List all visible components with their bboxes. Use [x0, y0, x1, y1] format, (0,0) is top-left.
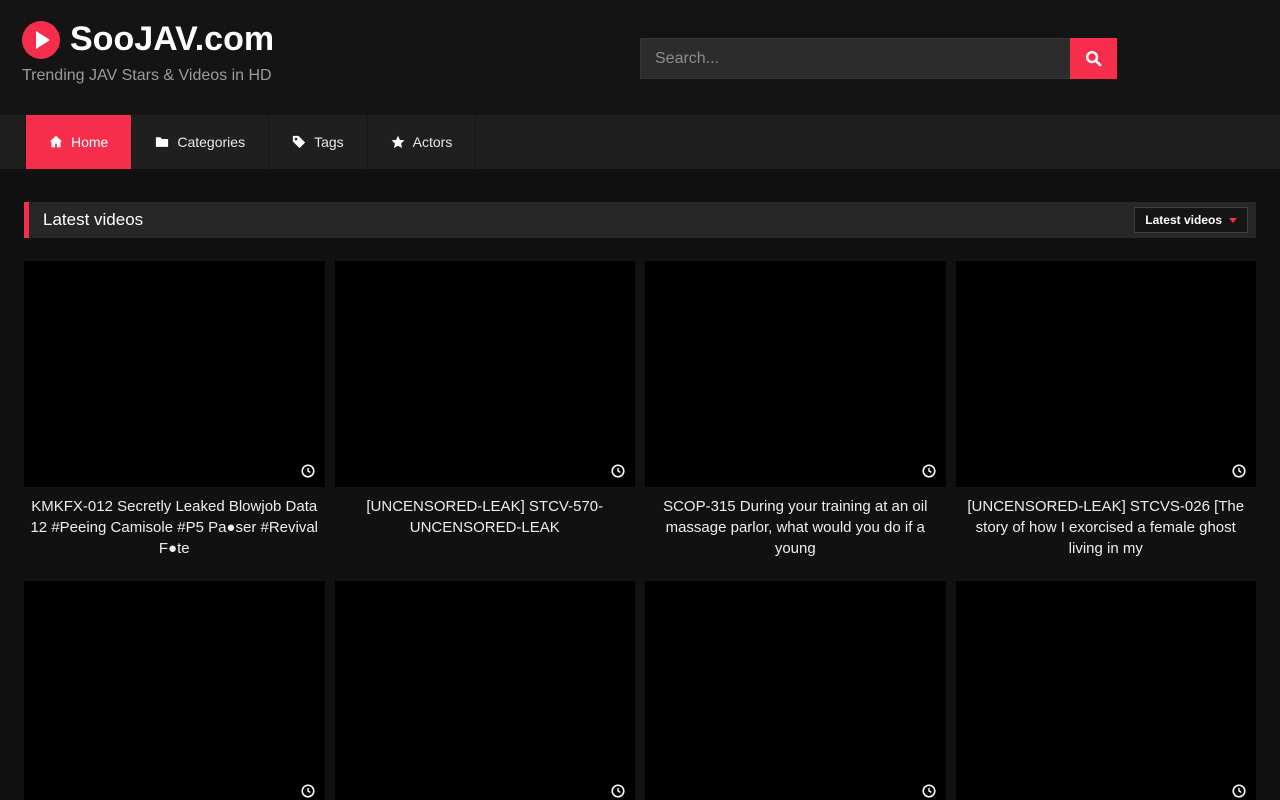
nav-item-label: Categories — [177, 134, 245, 150]
section-header: Latest videos Latest videos — [24, 202, 1256, 238]
clock-icon — [1232, 464, 1246, 478]
sort-dropdown-label: Latest videos — [1145, 213, 1222, 227]
video-card: [UNCENSORED-LEAK] STCV-570-UNCENSORED-LE… — [335, 261, 636, 559]
nav-item-home[interactable]: Home — [25, 115, 132, 169]
clock-icon — [301, 464, 315, 478]
main-nav: Home Categories Tags Actors — [0, 115, 1280, 169]
video-title[interactable]: [UNCENSORED-LEAK] STCVS-026 [The story o… — [960, 496, 1253, 559]
folder-icon — [155, 135, 169, 149]
video-thumbnail[interactable] — [335, 581, 636, 800]
clock-icon — [1232, 784, 1246, 798]
play-logo-icon — [22, 21, 60, 59]
nav-item-actors[interactable]: Actors — [368, 115, 477, 169]
play-triangle-icon — [36, 31, 50, 49]
star-icon — [391, 135, 405, 149]
clock-icon — [611, 784, 625, 798]
video-card: KMKFX-012 Secretly Leaked Blowjob Data 1… — [24, 261, 325, 559]
nav-item-tags[interactable]: Tags — [269, 115, 368, 169]
clock-icon — [301, 784, 315, 798]
search-icon — [1085, 50, 1102, 67]
home-icon — [49, 135, 63, 149]
video-thumbnail[interactable] — [645, 261, 946, 487]
nav-item-label: Tags — [314, 134, 344, 150]
tag-icon — [292, 135, 306, 149]
video-thumbnail[interactable] — [956, 581, 1257, 800]
video-card: [UNCENSORED-LEAK] MLA-231 [3 shots in — [645, 581, 946, 800]
video-thumbnail[interactable] — [335, 261, 636, 487]
nav-item-label: Home — [71, 134, 108, 150]
video-title[interactable]: [UNCENSORED-LEAK] STCV-570-UNCENSORED-LE… — [339, 496, 632, 538]
video-card: [UNCENSORED-LEAK] MXGS-1296 Absolutely — [335, 581, 636, 800]
search-input[interactable] — [640, 38, 1070, 79]
clock-icon — [611, 464, 625, 478]
nav-item-categories[interactable]: Categories — [132, 115, 269, 169]
site-header: SooJAV.com Trending JAV Stars & Videos i… — [0, 0, 1280, 115]
sort-dropdown[interactable]: Latest videos — [1134, 207, 1248, 233]
brand[interactable]: SooJAV.com Trending JAV Stars & Videos i… — [22, 20, 274, 85]
search-button[interactable] — [1070, 38, 1117, 79]
video-thumbnail[interactable] — [24, 261, 325, 487]
nav-item-label: Actors — [413, 134, 453, 150]
clock-icon — [922, 784, 936, 798]
video-card: [UNCENSORED-LEAK] STCVS-026 [The story o… — [956, 261, 1257, 559]
video-card: SCOP-315 During your training at an oil … — [645, 261, 946, 559]
video-thumbnail[interactable] — [645, 581, 946, 800]
video-card: URSM-186 Girl @ Ero Alice — [956, 581, 1257, 800]
video-card: NAMH-042 H Cup Big Tits Newcomer (170cm … — [24, 581, 325, 800]
video-grid: KMKFX-012 Secretly Leaked Blowjob Data 1… — [24, 261, 1256, 800]
video-title[interactable]: SCOP-315 During your training at an oil … — [649, 496, 942, 559]
video-thumbnail[interactable] — [956, 261, 1257, 487]
section-title: Latest videos — [43, 210, 1134, 230]
video-title[interactable]: KMKFX-012 Secretly Leaked Blowjob Data 1… — [28, 496, 321, 559]
video-thumbnail[interactable] — [24, 581, 325, 800]
site-title[interactable]: SooJAV.com — [70, 20, 274, 59]
search-form — [640, 38, 1117, 79]
chevron-down-icon — [1229, 218, 1237, 223]
clock-icon — [922, 464, 936, 478]
site-tagline: Trending JAV Stars & Videos in HD — [22, 67, 274, 85]
